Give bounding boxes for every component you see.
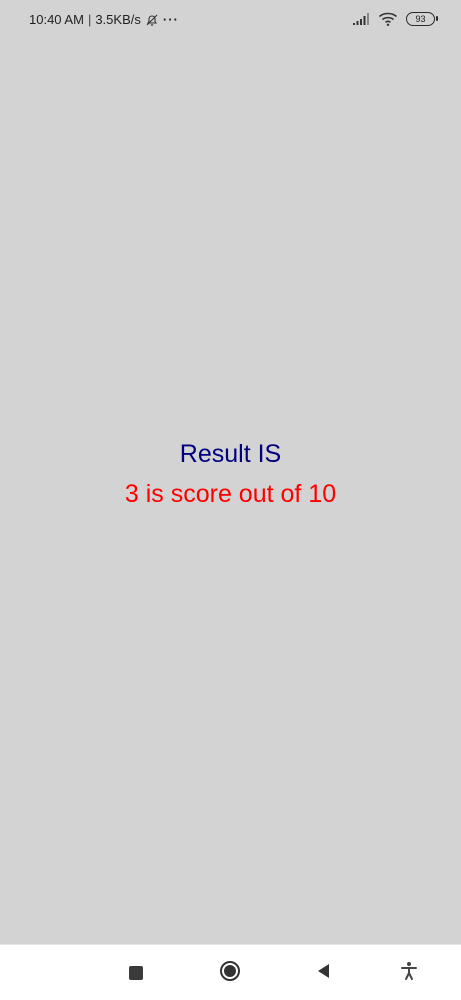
recent-apps-button[interactable]	[124, 961, 148, 985]
status-time: 10:40 AM	[29, 12, 84, 27]
battery-icon: 93	[406, 12, 438, 26]
result-score: 3 is score out of 10	[124, 480, 337, 508]
home-button[interactable]	[218, 959, 242, 988]
result-panel: Result IS 3 is score out of 10	[0, 436, 461, 512]
status-left: 10:40 AM | 3.5KB/s ···	[29, 11, 179, 29]
status-separator: |	[87, 12, 92, 27]
status-right: 93	[352, 11, 438, 27]
recent-apps-icon	[129, 966, 143, 980]
home-icon	[218, 959, 242, 988]
battery-level: 93	[415, 13, 426, 24]
network-speed: 3.5KB/s	[95, 12, 141, 27]
accessibility-button[interactable]	[397, 961, 421, 985]
bell-muted-icon	[145, 13, 159, 27]
wifi-icon	[378, 11, 398, 27]
status-bar: 10:40 AM | 3.5KB/s ··· 93	[0, 0, 461, 40]
signal-icon	[352, 12, 370, 26]
result-title: Result IS	[179, 440, 282, 468]
back-button[interactable]	[312, 961, 336, 985]
navigation-bar	[0, 944, 461, 1000]
accessibility-icon	[397, 959, 421, 988]
more-notifications-indicator: ···	[162, 12, 179, 27]
back-icon	[312, 959, 336, 988]
